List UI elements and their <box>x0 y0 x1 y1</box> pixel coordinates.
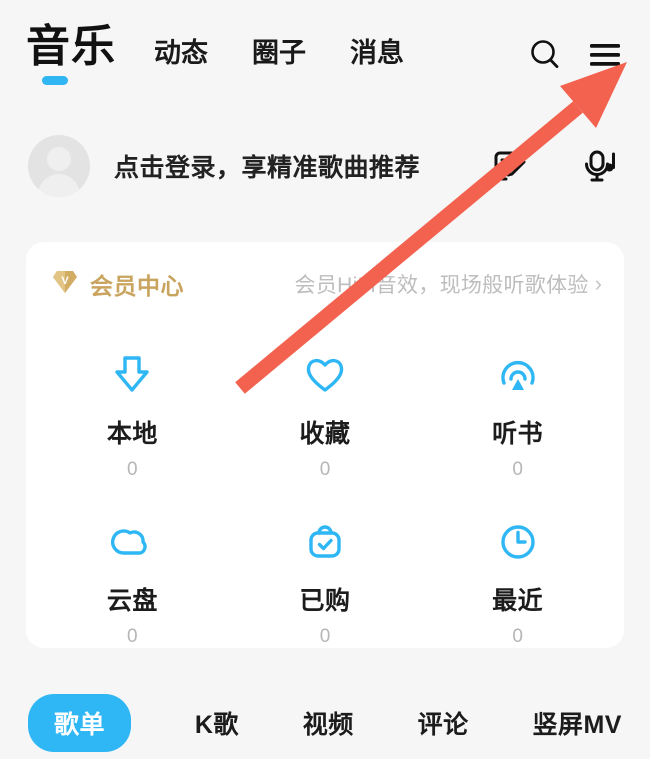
avatar[interactable] <box>28 135 90 197</box>
search-icon[interactable] <box>522 32 568 78</box>
tab-music[interactable]: 音乐 <box>26 25 116 85</box>
grid-item-label: 最近 <box>492 587 544 615</box>
grid-item-purchased[interactable]: 已购 0 <box>229 505 422 656</box>
grid-item-label: 本地 <box>106 420 158 448</box>
edit-note-icon[interactable] <box>486 143 532 189</box>
vip-center-left: V 会员中心 <box>50 267 184 301</box>
avatar-head-shape <box>47 147 71 171</box>
grid-item-label: 收藏 <box>299 420 351 448</box>
tab-gedan[interactable]: 歌单 <box>28 694 132 752</box>
tab-kge[interactable]: K歌 <box>195 705 239 741</box>
heart-icon <box>300 348 350 402</box>
grid-item-cloud[interactable]: 云盘 0 <box>36 505 229 656</box>
grid-item-recent[interactable]: 最近 0 <box>421 505 614 656</box>
tab-dongtai[interactable]: 动态 <box>154 39 208 71</box>
download-arrow-icon <box>107 348 157 402</box>
svg-text:V: V <box>61 275 69 287</box>
content-tab-bar: 歌单 K歌 视频 评论 竖屏MV <box>0 692 650 754</box>
grid-item-label: 云盘 <box>106 587 158 615</box>
vip-center-title: 会员中心 <box>90 273 184 299</box>
avatar-body-shape <box>38 174 80 197</box>
karaoke-mic-icon[interactable] <box>578 143 624 189</box>
grid-item-count: 0 <box>127 459 138 480</box>
grid-item-count: 0 <box>512 626 523 647</box>
tab-xiaoxi[interactable]: 消息 <box>350 39 404 71</box>
cloud-icon <box>107 515 157 569</box>
hamburger-menu-icon[interactable] <box>582 32 628 78</box>
vip-center-row[interactable]: V 会员中心 会员HiFi音效，现场般听歌体验 › <box>26 242 624 326</box>
vip-center-subtitle: 会员HiFi音效，现场般听歌体验 <box>294 274 589 297</box>
tab-quanzi[interactable]: 圈子 <box>252 39 306 71</box>
grid-item-local[interactable]: 本地 0 <box>36 338 229 489</box>
grid-item-label: 听书 <box>492 420 544 448</box>
login-row[interactable]: 点击登录，享精准歌曲推荐 <box>0 110 650 222</box>
library-card: V 会员中心 会员HiFi音效，现场般听歌体验 › 本地 0 收藏 0 听书 0… <box>26 242 624 648</box>
login-row-actions <box>472 143 624 189</box>
top-navigation-bar: 音乐 动态 圈子 消息 <box>0 0 650 110</box>
grid-item-audiobook[interactable]: 听书 0 <box>421 338 614 489</box>
grid-item-count: 0 <box>319 626 331 647</box>
purchased-bag-check-icon <box>300 515 350 569</box>
vip-center-right[interactable]: 会员HiFi音效，现场般听歌体验 › <box>295 269 602 299</box>
login-prompt-text[interactable]: 点击登录，享精准歌曲推荐 <box>114 148 420 184</box>
clock-icon <box>493 515 543 569</box>
grid-item-count: 0 <box>127 626 138 647</box>
grid-item-count: 0 <box>512 459 523 480</box>
library-grid: 本地 0 收藏 0 听书 0 云盘 0 已购 0 最近 0 <box>26 326 624 656</box>
active-tab-indicator <box>42 76 68 85</box>
tab-shupingmv[interactable]: 竖屏MV <box>532 705 622 741</box>
audiobook-icon <box>493 348 543 402</box>
vip-diamond-icon: V <box>50 269 80 300</box>
tab-shipin[interactable]: 视频 <box>303 705 354 741</box>
grid-item-favorites[interactable]: 收藏 0 <box>229 338 422 489</box>
grid-item-count: 0 <box>319 459 331 480</box>
app-brand-title: 音乐 <box>26 22 116 71</box>
chevron-right-icon: › <box>594 271 602 296</box>
grid-item-label: 已购 <box>299 587 351 615</box>
tab-pinglun[interactable]: 评论 <box>418 705 469 741</box>
